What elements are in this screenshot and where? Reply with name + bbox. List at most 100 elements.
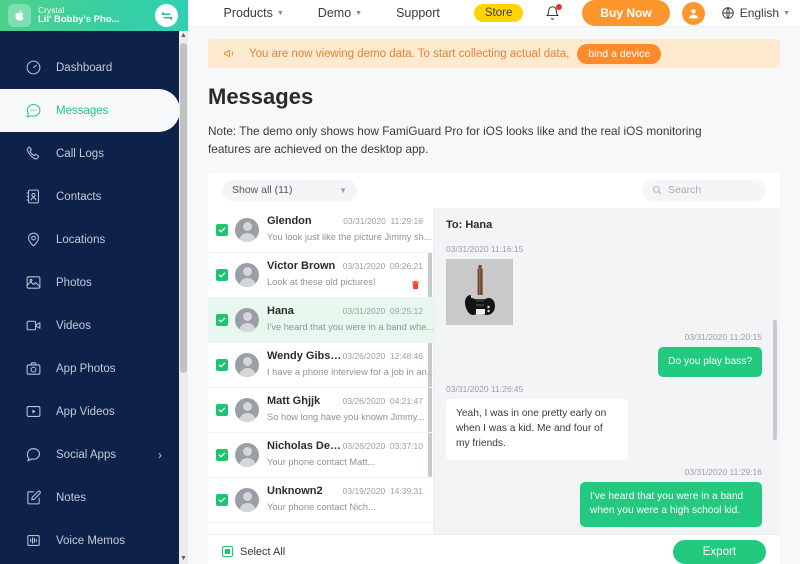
app-root: Crystal Lil' Bobby's Pho... Dashboard Mes…: [0, 0, 800, 564]
chat-scrollbar[interactable]: [773, 319, 777, 440]
conversation-list-item[interactable]: Wendy Gibson 03/26/2020 12:48:46 I have a …: [208, 343, 433, 388]
message-image-attachment[interactable]: [446, 258, 513, 325]
messages-icon: [22, 100, 44, 122]
language-label: English: [739, 6, 780, 20]
contact-name: Wendy Gibson: [267, 349, 343, 362]
demo-data-banner: You are now viewing demo data. To start …: [208, 39, 780, 68]
chat-message: 03/31/2020 11:16:15: [446, 244, 762, 325]
phone-icon: [22, 143, 44, 165]
store-button[interactable]: Store: [473, 4, 524, 22]
contact-name: Unknown2: [267, 484, 323, 497]
contact-name: Hana: [267, 304, 294, 317]
sidebar-item-messages[interactable]: Messages: [0, 89, 180, 132]
bind-a-device-button[interactable]: bind a device: [577, 43, 662, 64]
conversation-preview: Look at these old pictures!: [267, 276, 376, 287]
scroll-down-arrow[interactable]: ▼: [179, 554, 188, 564]
filter-selected-value: Show all (11): [232, 184, 293, 197]
search-box[interactable]: [642, 179, 766, 201]
play-box-icon: [22, 401, 44, 423]
sidebar-item-app-videos[interactable]: App Videos: [0, 390, 188, 433]
sidebar-item-call-logs[interactable]: Call Logs: [0, 132, 188, 175]
delete-icon[interactable]: [410, 278, 421, 290]
conversation-date: 03/19/2020: [342, 485, 386, 496]
buy-now-button[interactable]: Buy Now: [582, 0, 670, 26]
contact-name: Glendon: [267, 214, 312, 227]
conversation-date: 03/26/2020: [342, 350, 386, 361]
sidebar-item-locations[interactable]: Locations: [0, 218, 188, 261]
bass-guitar-photo: [464, 264, 495, 315]
conversation-list-item[interactable]: Victor Brown 03/31/2020 09:26:21 Look at t…: [208, 253, 433, 298]
sidebar-item-label: Call Logs: [56, 147, 104, 160]
chevron-down-icon: ▼: [276, 9, 284, 17]
sidebar-scroll-thumb[interactable]: [180, 43, 187, 373]
conversation-time: 11:29:16: [390, 215, 423, 226]
sidebar-item-label: Photos: [56, 276, 92, 289]
language-selector[interactable]: English ▼: [721, 6, 790, 20]
device-info: Crystal Lil' Bobby's Pho...: [38, 5, 120, 25]
conversation-preview: So how long have you known Jimmy...: [267, 411, 425, 422]
checkbox-icon: [222, 546, 233, 558]
contact-name: Matt Ghjjk: [267, 394, 321, 407]
search-input[interactable]: [668, 184, 756, 197]
topnav-link-demo[interactable]: Demo ▼: [318, 6, 362, 20]
conversation-date: 03/31/2020: [342, 260, 386, 271]
user-avatar-icon[interactable]: [681, 1, 705, 25]
conversation-checkbox[interactable]: [216, 358, 228, 371]
sidebar-item-contacts[interactable]: Contacts: [0, 175, 188, 218]
notification-dot: [556, 3, 563, 10]
conversation-list-item[interactable]: Hana 03/31/2020 09:25:12 I've heard that y…: [208, 297, 434, 343]
conversation-preview: I've heard that you were in a band whe..…: [267, 321, 434, 332]
conversation-checkbox[interactable]: [216, 448, 228, 461]
sidebar-item-photos[interactable]: Photos: [0, 261, 188, 304]
dashboard-icon: [22, 57, 44, 79]
device-header: Crystal Lil' Bobby's Pho...: [0, 0, 188, 31]
conversation-list-item[interactable]: Nicholas Dell... 03/26/2020 03:37:10 Your …: [208, 433, 433, 478]
chat-recipient-label: To: Hana: [446, 218, 493, 231]
sidebar-nav: Dashboard Messages Call Logs Contacts Locati…: [0, 31, 188, 562]
contacts-icon: [22, 186, 44, 208]
message-bubble: Do you play bass?: [658, 346, 762, 378]
conversation-checkbox[interactable]: [216, 493, 228, 506]
sidebar-item-notes[interactable]: Notes: [0, 476, 188, 519]
notification-bell-icon[interactable]: [545, 3, 563, 22]
chevron-down-icon: ▼: [783, 9, 790, 17]
chat-thread: To: Hana 03/31/2020 11:16:15 03/31/2020 1…: [434, 207, 780, 535]
select-all-checkbox[interactable]: Select All: [222, 546, 285, 558]
sidebar: Crystal Lil' Bobby's Pho... Dashboard Mes…: [0, 0, 188, 564]
conversation-date: 03/26/2020: [342, 440, 386, 451]
megaphone-icon: [222, 47, 237, 60]
conversation-preview: Your phone contact Nich...: [267, 501, 376, 512]
video-icon: [22, 315, 44, 337]
conversation-timestamp: 03/26/2020 12:48:46: [343, 351, 423, 361]
conversation-checkbox[interactable]: [216, 313, 228, 326]
chat-message: 03/31/2020 11:29:16 I've heard that you w…: [446, 467, 762, 528]
sidebar-item-voice-memos[interactable]: Voice Memos: [0, 519, 188, 562]
conversation-checkbox[interactable]: [216, 403, 228, 416]
sidebar-item-videos[interactable]: Videos: [0, 304, 188, 347]
conversation-list-item[interactable]: Unknown2 03/19/2020 14:39:31 Your phone co…: [208, 478, 433, 523]
sidebar-item-social-apps[interactable]: Social Apps ›: [0, 433, 188, 476]
scroll-up-arrow[interactable]: ▲: [179, 31, 188, 41]
message-timestamp: 03/31/2020 11:16:15: [446, 243, 524, 254]
conversation-checkbox[interactable]: [216, 268, 228, 281]
conversation-timestamp: 03/31/2020 11:29:16: [343, 216, 423, 226]
conversation-time: 03:37:10: [389, 440, 423, 451]
sidebar-item-app-photos[interactable]: App Photos: [0, 347, 188, 390]
location-pin-icon: [22, 229, 44, 251]
topnav-link-support[interactable]: Support: [396, 6, 440, 20]
chat-messages: 03/31/2020 11:16:15 03/31/2020 11:20:15 Do…: [446, 244, 762, 528]
switch-device-icon[interactable]: [155, 4, 178, 27]
topnav-link-products[interactable]: Products ▼: [224, 6, 284, 20]
top-navigation-bar: Products ▼ Demo ▼ Support Store Buy Now: [188, 0, 800, 27]
camera-icon: [22, 358, 44, 380]
conversation-list-item[interactable]: Glendon 03/31/2020 11:29:16 You look just …: [208, 208, 433, 253]
message-timestamp: 03/31/2020 11:29:16: [684, 466, 762, 477]
conversation-list-item[interactable]: Matt Ghjjk 03/26/2020 04:21:47 So how long…: [208, 388, 433, 433]
sidebar-item-dashboard[interactable]: Dashboard: [0, 46, 188, 89]
show-all-filter-select[interactable]: Show all (11) ▼: [222, 179, 357, 201]
conversation-preview: You look just like the picture Jimmy sh.…: [267, 231, 432, 242]
contact-avatar: [235, 487, 259, 512]
export-button[interactable]: Export: [672, 539, 766, 564]
conversation-checkbox[interactable]: [216, 223, 228, 236]
sidebar-scrollbar[interactable]: ▲ ▼: [179, 31, 188, 564]
